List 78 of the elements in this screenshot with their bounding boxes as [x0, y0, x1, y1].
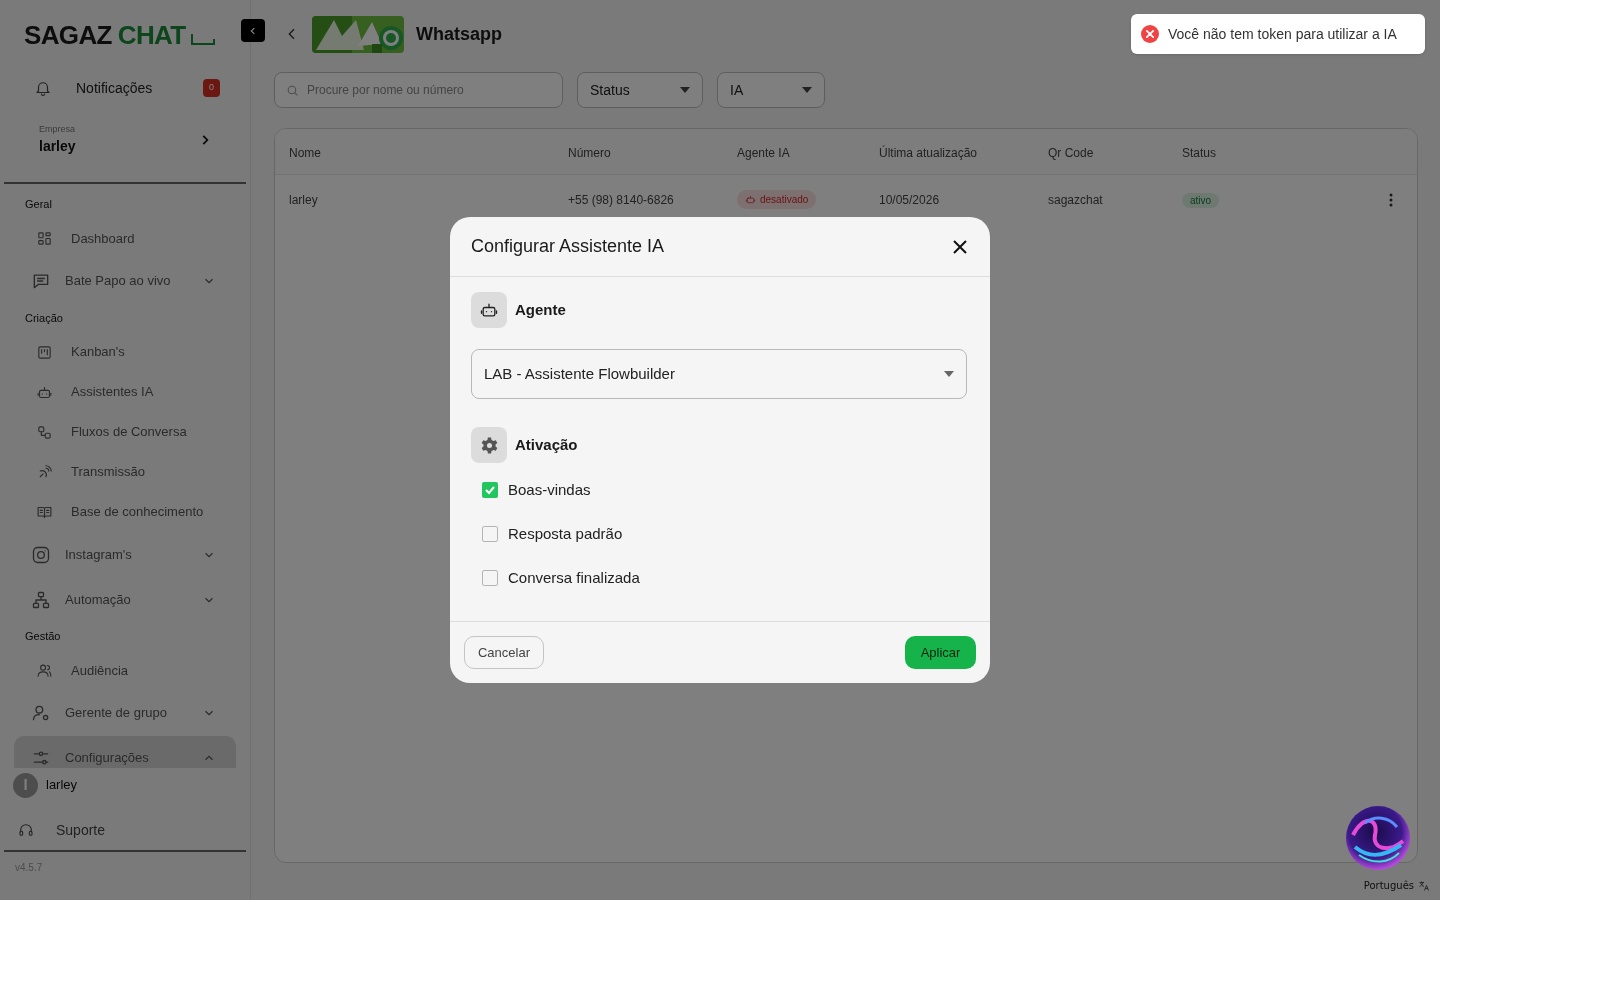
apply-button[interactable]: Aplicar [905, 636, 976, 669]
column-header: Qr Code [1048, 145, 1094, 160]
more-options-button[interactable] [1387, 192, 1395, 208]
nav-item[interactable]: Automação [14, 577, 236, 622]
checkbox[interactable] [482, 570, 498, 586]
page-title: Whatsapp [416, 22, 502, 46]
checkbox[interactable] [482, 526, 498, 542]
nav-item[interactable]: Assistentes IA [14, 372, 236, 412]
people-icon [36, 662, 53, 679]
nav-item[interactable]: Configurações [14, 735, 236, 768]
logo-accent-text: CHAT [117, 22, 186, 48]
company-name: larley [39, 137, 76, 157]
cancel-button[interactable]: Cancelar [464, 636, 544, 669]
nav-item[interactable]: Gerente de grupo [14, 690, 236, 736]
kebab-icon [1389, 193, 1393, 207]
nav-item[interactable]: Instagram's [14, 532, 236, 577]
headset-icon [18, 822, 34, 838]
chevron-left-icon [248, 25, 258, 36]
agent-status-badge: desativado [737, 190, 817, 209]
translate-icon [1418, 879, 1430, 892]
nav-item[interactable]: Kanban's [14, 332, 236, 372]
support-link[interactable]: Suporte [0, 810, 250, 850]
modal-title: Configurar Assistente IA [471, 235, 665, 258]
language-selector[interactable]: Português [1363, 878, 1414, 893]
error-icon [1141, 25, 1159, 43]
caret-down-icon [680, 87, 690, 93]
nav-item[interactable]: Transmissão [14, 452, 236, 492]
company-selector[interactable]: Empresa larley [24, 118, 226, 162]
kanban-icon [36, 343, 53, 361]
search-icon [286, 84, 299, 97]
close-icon [952, 238, 968, 255]
flow-icon [36, 423, 53, 441]
section-title: Geral [25, 197, 53, 212]
search-field[interactable]: Procure por nome ou número [274, 72, 563, 108]
table-cell: larley [289, 193, 318, 207]
notification-count: 0 [203, 79, 220, 97]
company-caption: Empresa [39, 122, 76, 136]
instagram-icon [31, 544, 51, 565]
toast-message: Você não tem token para utilizar a IA [1168, 24, 1397, 44]
dashboard-icon [36, 230, 53, 247]
assistant-orb-button[interactable] [1345, 805, 1411, 871]
filter-dropdown[interactable]: IA [717, 72, 825, 108]
table-cell: sagazchat [1048, 193, 1103, 207]
nav-item[interactable]: Fluxos de Conversa [14, 412, 236, 452]
section-title: Criação [25, 310, 64, 326]
notifications-link[interactable]: Notificações [76, 77, 153, 99]
filter-dropdown[interactable]: Status [577, 72, 703, 108]
nav-item[interactable]: Audiência [14, 650, 236, 691]
checkmark-icon [484, 484, 496, 496]
checkbox-label: Boas-vindas [508, 479, 591, 500]
column-header: Última atualização [879, 145, 978, 160]
column-header: Agente IA [737, 145, 790, 160]
column-header: Status [1182, 145, 1217, 160]
status-badge: ativo [1182, 193, 1220, 208]
logo-text: SAGAZ [24, 22, 112, 48]
checkbox-label: Conversa finalizada [508, 567, 640, 588]
checkbox[interactable] [482, 482, 498, 498]
hierarchy-icon [31, 589, 51, 610]
user-name: larley [46, 776, 78, 795]
nav-item[interactable]: Bate Papo ao vivo [14, 258, 236, 304]
section-heading: Ativação [515, 434, 578, 455]
checkbox-label: Resposta padrão [508, 523, 623, 544]
nav-item[interactable]: Base de conhecimento [14, 492, 236, 532]
bell-icon [34, 79, 52, 97]
agent-select[interactable]: LAB - Assistente Flowbuilder [471, 349, 967, 399]
column-header: Nome [289, 145, 321, 160]
table-cell: 10/05/2026 [879, 193, 940, 207]
table-cell: +55 (98) 8140-6826 [568, 193, 674, 207]
gear-icon [479, 435, 499, 455]
close-button[interactable] [952, 238, 968, 255]
caret-down-icon [802, 87, 812, 93]
collapse-sidebar-button[interactable] [241, 19, 265, 42]
section-title: Gestão [25, 629, 62, 644]
caret-down-icon [944, 371, 954, 377]
column-header: Número [568, 145, 611, 160]
section-heading: Agente [515, 299, 566, 320]
robot-icon [745, 194, 756, 205]
nav-item[interactable]: Dashboard [14, 218, 236, 259]
